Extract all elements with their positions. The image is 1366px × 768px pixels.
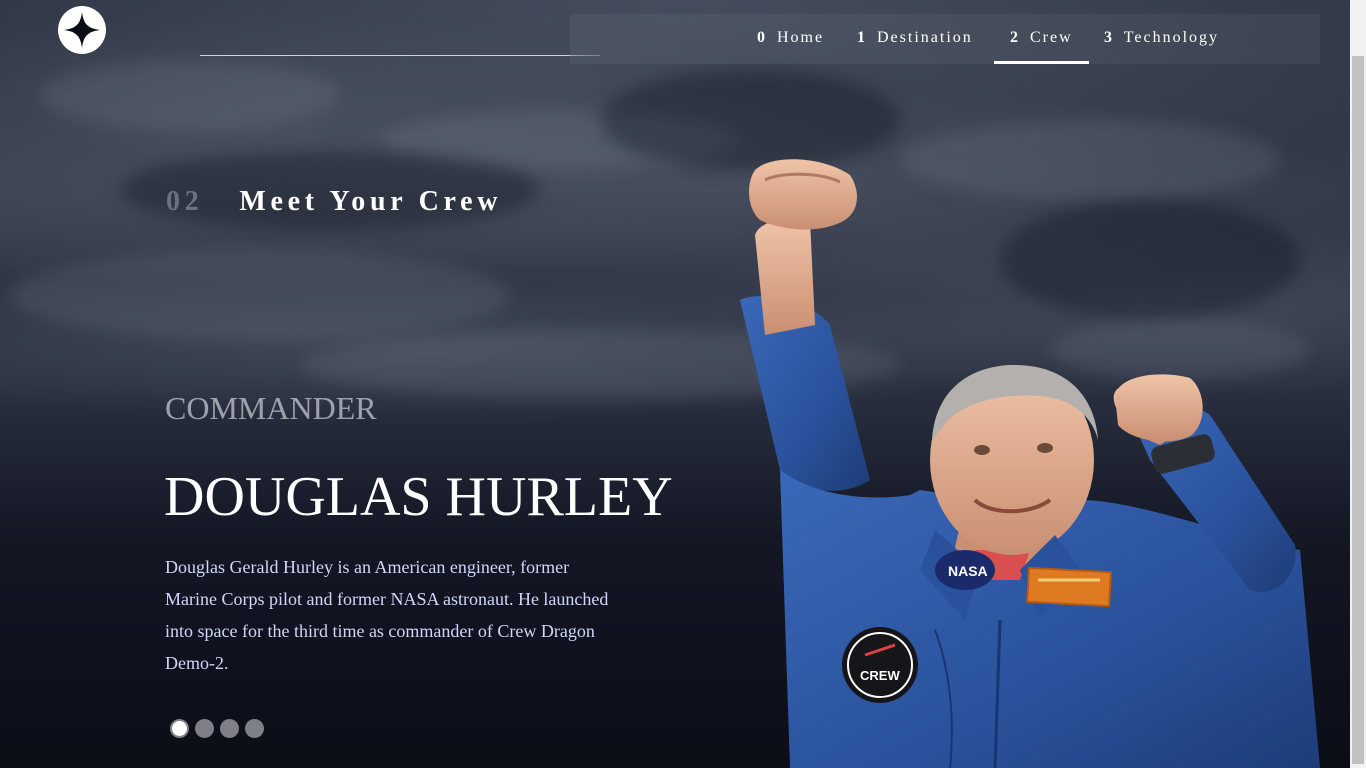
main-nav: 0 Home 1 Destination 2 Crew 3 Technology — [570, 14, 1320, 64]
slide-dot-2[interactable] — [195, 719, 214, 738]
slide-dot-1[interactable] — [170, 719, 189, 738]
page-title-number: 02 — [166, 186, 204, 217]
nav-item-number: 3 — [1104, 29, 1114, 46]
page-title-text: Meet Your Crew — [239, 186, 503, 217]
astronaut-photo: NASA CREW — [740, 159, 1320, 768]
page-title: 02 Meet Your Crew — [166, 186, 502, 218]
nav-item-number: 0 — [757, 29, 767, 46]
slide-dot-3[interactable] — [220, 719, 239, 738]
header-divider — [200, 55, 600, 56]
scrollbar-thumb[interactable] — [1352, 56, 1364, 764]
slide-dot-4[interactable] — [245, 719, 264, 738]
nav-item-home[interactable]: 0 Home — [741, 14, 840, 64]
nav-item-technology[interactable]: 3 Technology — [1088, 14, 1235, 64]
nav-item-label: Destination — [877, 29, 973, 46]
nav-item-destination[interactable]: 1 Destination — [841, 14, 989, 64]
nav-item-label: Technology — [1123, 29, 1220, 46]
nav-item-label: Crew — [1030, 29, 1073, 46]
crew-slide-dots — [170, 719, 264, 738]
nav-item-number: 2 — [1010, 29, 1020, 46]
crew-name: DOUGLAS HURLEY — [164, 466, 673, 528]
crew-page: 0 Home 1 Destination 2 Crew 3 Technology… — [0, 0, 1366, 768]
nav-item-number: 1 — [857, 29, 867, 46]
crew-role: COMMANDER — [165, 390, 377, 426]
nav-item-label: Home — [777, 29, 825, 46]
background-cloud — [40, 60, 340, 130]
scrollbar[interactable] — [1350, 0, 1366, 768]
nasa-patch: NASA — [948, 563, 988, 579]
crew-patch: CREW — [860, 668, 900, 683]
crew-bio: Douglas Gerald Hurley is an American eng… — [165, 557, 609, 673]
logo[interactable] — [58, 6, 106, 54]
four-point-star-icon — [64, 12, 100, 48]
background-cloud — [10, 250, 510, 340]
nav-item-crew[interactable]: 2 Crew — [994, 14, 1089, 64]
